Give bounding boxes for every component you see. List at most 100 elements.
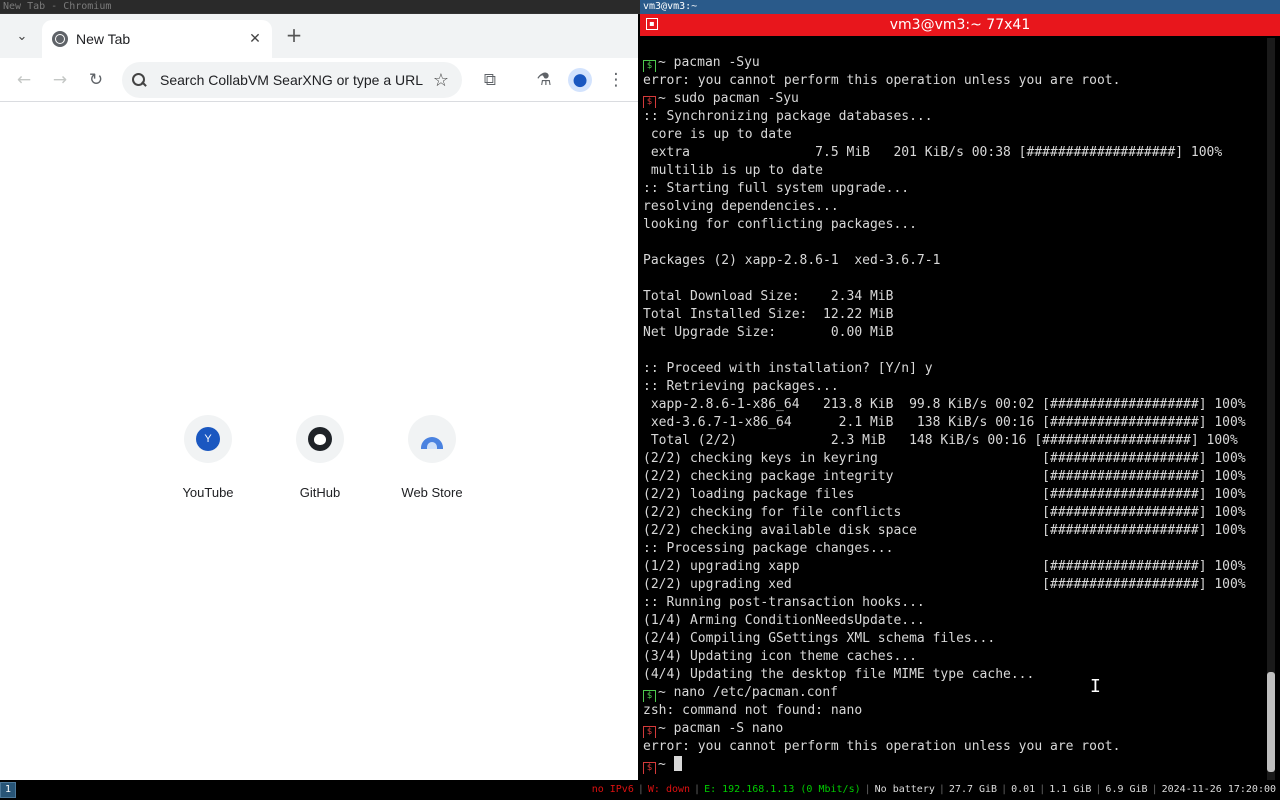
status-block: No battery <box>874 784 935 795</box>
terminal-line: :: Processing package changes... <box>643 540 1263 558</box>
chromium-window: ⌄ New Tab ✕ + ← → ↻ Search CollabVM Sear… <box>0 14 638 780</box>
prompt-error-icon: $ <box>643 762 656 774</box>
shortcut-github[interactable]: GitHub <box>270 415 370 500</box>
terminal-line: (1/2) upgrading xapp [##################… <box>643 558 1263 576</box>
terminal-line-text: (1/4) Arming ConditionNeedsUpdate... <box>643 613 925 628</box>
prompt-success-icon: $ <box>643 690 656 702</box>
terminal-line-text: Packages (2) xapp-2.8.6-1 xed-3.6.7-1 <box>643 253 941 268</box>
terminal-line: error: you cannot perform this operation… <box>643 738 1263 756</box>
status-separator: | <box>1039 784 1046 795</box>
star-icon[interactable]: ☆ <box>430 69 452 91</box>
shortcut-web-store[interactable]: Web Store <box>382 415 482 500</box>
tab-new-tab[interactable]: New Tab ✕ <box>42 20 272 58</box>
status-separator: | <box>1151 784 1158 795</box>
terminal-line-text: resolving dependencies... <box>643 199 839 214</box>
prompt-success-icon: $ <box>643 60 656 72</box>
terminal-line: $ ~ sudo pacman -Syu <box>643 90 1263 108</box>
terminal-line-text: :: Running post-transaction hooks... <box>643 595 925 610</box>
arrow-left-icon[interactable]: ← <box>12 68 36 92</box>
terminal-titlebar: ▪ vm3@vm3:~ 77x41 <box>640 14 1280 36</box>
new-tab-page: Y YouTube GitHub Web Store <box>0 137 638 780</box>
text-cursor <box>673 756 682 771</box>
shortcut-label: Web Store <box>401 485 463 500</box>
ibeam-cursor-icon: I <box>1090 676 1101 697</box>
shortcut-youtube[interactable]: Y YouTube <box>158 415 258 500</box>
terminal-line: :: Synchronizing package databases... <box>643 108 1263 126</box>
terminal-line: (2/4) Compiling GSettings XML schema fil… <box>643 630 1263 648</box>
terminal-line-text: ~ pacman -S nano <box>658 721 784 736</box>
terminal-icon: ▪ <box>646 18 658 30</box>
terminal-line-text: :: Retrieving packages... <box>643 379 839 394</box>
puzzle-icon[interactable]: ⧉ <box>478 68 502 92</box>
status-block: E: 192.168.1.13 (0 Mbit/s) <box>704 784 861 795</box>
terminal-line: $ ~ pacman -Syu <box>643 54 1263 72</box>
terminal-line-text: (2/4) Compiling GSettings XML schema fil… <box>643 631 996 646</box>
terminal-line: Total Download Size: 2.34 MiB <box>643 288 1263 306</box>
terminal-title: vm3@vm3:~ 77x41 <box>889 17 1031 33</box>
shortcut-label: YouTube <box>182 485 234 500</box>
terminal-line-text: (2/2) checking keys in keyring [########… <box>643 451 1246 466</box>
terminal-line: Total Installed Size: 12.22 MiB <box>643 306 1263 324</box>
arrow-right-icon[interactable]: → <box>48 68 72 92</box>
terminal-line-text: :: Processing package changes... <box>643 541 894 556</box>
status-block: 1.1 GiB <box>1049 784 1092 795</box>
youtube-icon: Y <box>196 427 220 451</box>
chromium-favicon-icon <box>52 31 68 47</box>
terminal-window[interactable]: ▪ vm3@vm3:~ 77x41 $ ~ pacman -Syu error: y… <box>640 14 1280 780</box>
chevron-down-icon[interactable]: ⌄ <box>12 26 32 46</box>
terminal-line: :: Proceed with installation? [Y/n] y <box>643 360 1263 378</box>
omnibox-placeholder[interactable]: Search CollabVM SearXNG or type a URL <box>160 72 430 88</box>
plus-icon[interactable]: + <box>284 25 304 46</box>
terminal-line: (2/2) checking available disk space [###… <box>643 522 1263 540</box>
web-store-icon <box>421 437 443 449</box>
terminal-line: multilib is up to date <box>643 162 1263 180</box>
status-block: 2024-11-26 17:20:00 <box>1161 784 1276 795</box>
status-separator: | <box>864 784 871 795</box>
terminal-line-text: error: you cannot perform this operation… <box>643 739 1121 754</box>
terminal-line-text: Total Installed Size: 12.22 MiB <box>643 307 894 322</box>
terminal-line: $ ~ nano /etc/pacman.conf <box>643 684 1263 702</box>
tab-strip: ⌄ New Tab ✕ + <box>0 14 638 58</box>
terminal-line-text: ~ nano /etc/pacman.conf <box>658 685 839 700</box>
status-block: 0.01 <box>1011 784 1036 795</box>
status-block: W: down <box>647 784 691 795</box>
terminal-line-text: xed-3.6.7-1-x86_64 2.1 MiB 138 KiB/s 00:… <box>643 415 1246 430</box>
terminal-line: Total (2/2) 2.3 MiB 148 KiB/s 00:16 [###… <box>643 432 1263 450</box>
terminal-line: xed-3.6.7-1-x86_64 2.1 MiB 138 KiB/s 00:… <box>643 414 1263 432</box>
flask-icon[interactable]: ⚗ <box>532 68 556 92</box>
terminal-line-text: (2/2) checking package integrity [######… <box>643 469 1246 484</box>
terminal-line-text: Net Upgrade Size: 0.00 MiB <box>643 325 894 340</box>
omnibox[interactable]: Search CollabVM SearXNG or type a URL ☆ <box>122 62 462 98</box>
workspace-button[interactable]: 1 <box>0 782 16 798</box>
terminal-line-text: core is up to date <box>643 127 792 142</box>
terminal-scrollbar[interactable] <box>1267 38 1275 780</box>
status-block: no IPv6 <box>591 784 634 795</box>
terminal-line-text: Total Download Size: 2.34 MiB <box>643 289 894 304</box>
scrollbar-thumb[interactable] <box>1267 672 1275 772</box>
terminal-line: :: Starting full system upgrade... <box>643 180 1263 198</box>
search-icon <box>130 71 148 89</box>
status-separator: | <box>938 784 945 795</box>
terminal-line: (1/4) Arming ConditionNeedsUpdate... <box>643 612 1263 630</box>
terminal-line: looking for conflicting packages... <box>643 216 1263 234</box>
terminal-line: core is up to date <box>643 126 1263 144</box>
terminal-line-text: :: Proceed with installation? [Y/n] y <box>643 361 933 376</box>
terminal-line-text: :: Synchronizing package databases... <box>643 109 933 124</box>
terminal-line-text: (2/2) checking available disk space [###… <box>643 523 1246 538</box>
terminal-line-text: multilib is up to date <box>643 163 824 178</box>
status-separator: | <box>637 784 644 795</box>
status-separator: | <box>694 784 701 795</box>
terminal-line: xapp-2.8.6-1-x86_64 213.8 KiB 99.8 KiB/s… <box>643 396 1263 414</box>
terminal-line: $ ~ <box>643 756 1263 774</box>
person-icon[interactable]: ● <box>568 68 592 92</box>
close-icon[interactable]: ✕ <box>246 30 264 48</box>
terminal-line-text: :: Starting full system upgrade... <box>643 181 910 196</box>
kebab-icon[interactable]: ⋮ <box>604 68 628 92</box>
terminal-output[interactable]: $ ~ pacman -Syu error: you cannot perform … <box>643 54 1263 774</box>
terminal-line-text: (2/2) checking for file conflicts [#####… <box>643 505 1246 520</box>
reload-icon[interactable]: ↻ <box>84 68 108 92</box>
terminal-line: error: you cannot perform this operation… <box>643 72 1263 90</box>
status-separator: | <box>1001 784 1008 795</box>
